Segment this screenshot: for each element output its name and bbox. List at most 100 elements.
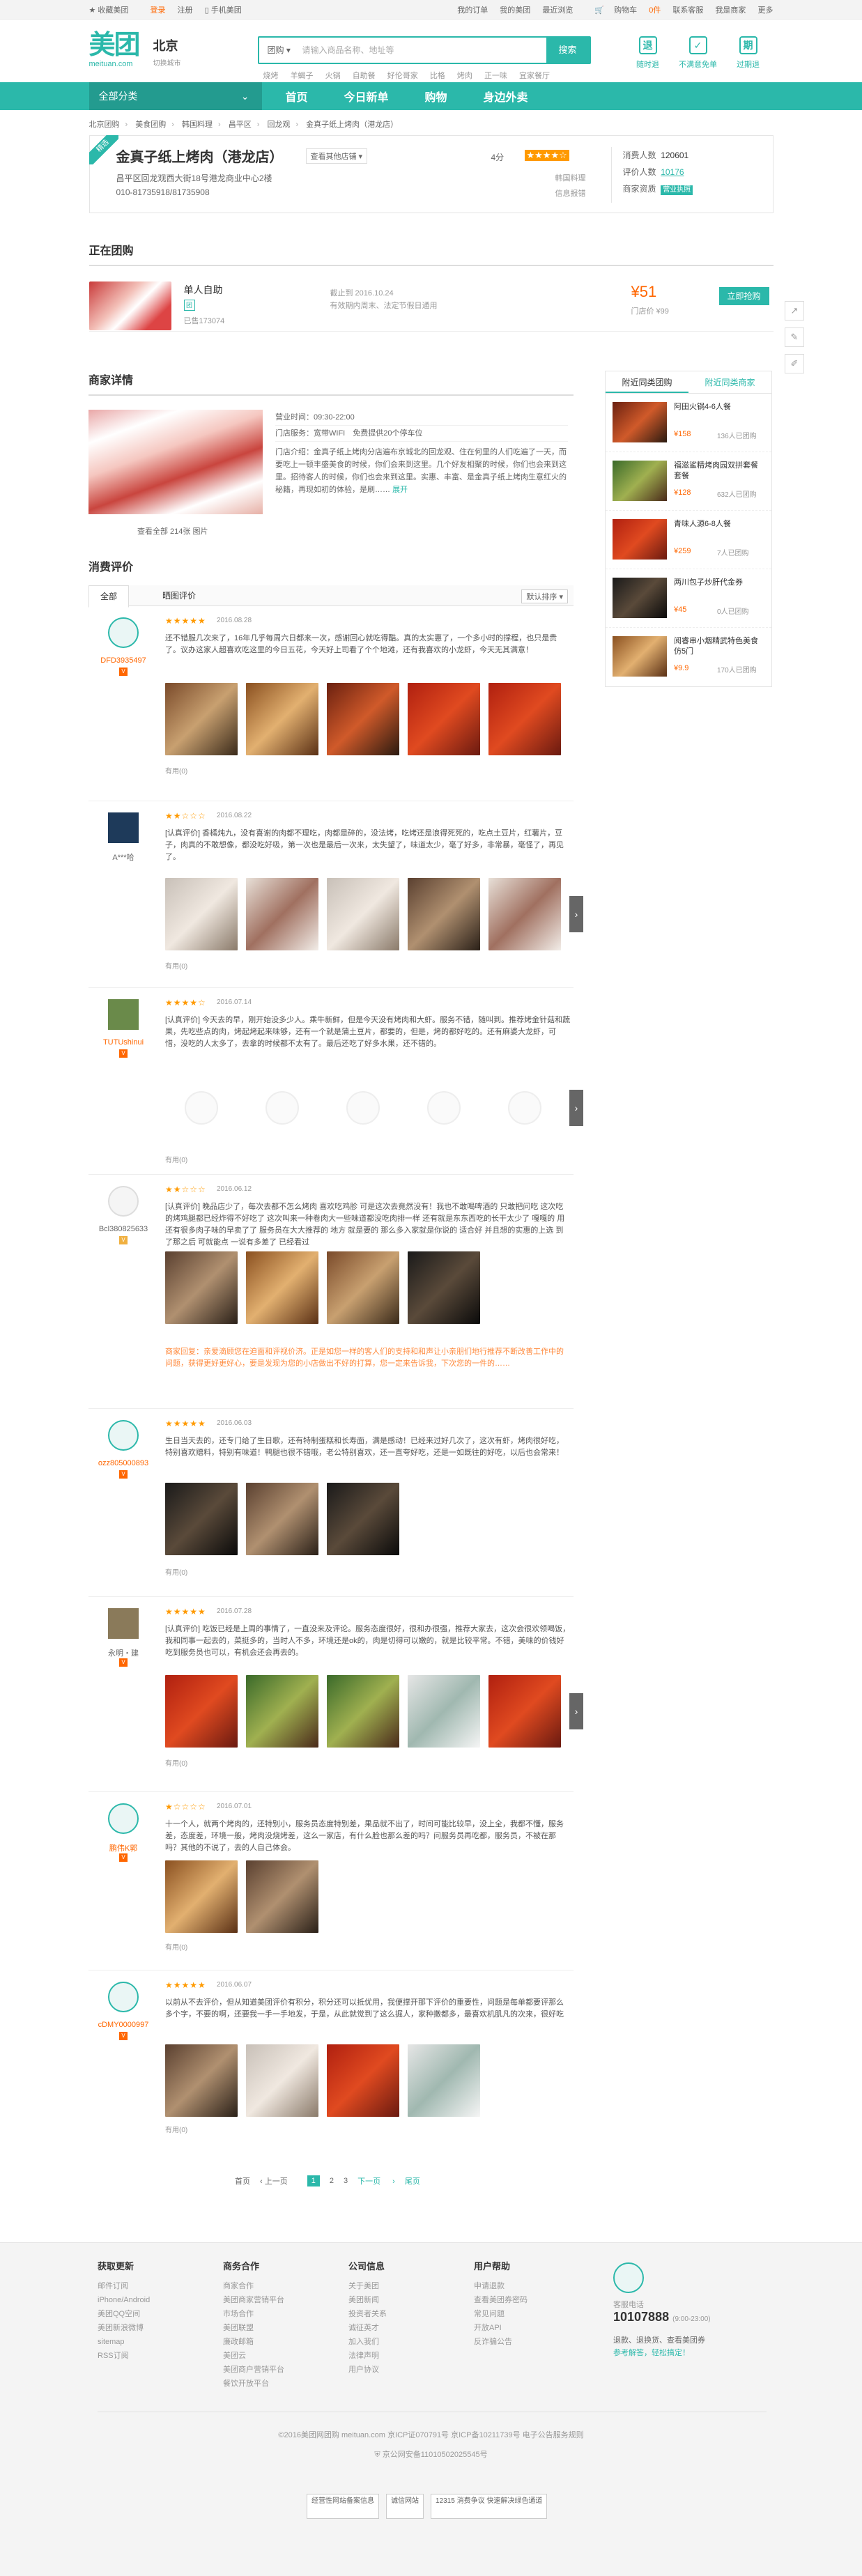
page-first[interactable]: 首页 bbox=[235, 2175, 250, 2186]
review-photo[interactable] bbox=[165, 683, 238, 755]
footer-link[interactable]: 餐饮开放平台 bbox=[223, 2377, 348, 2391]
review-photo[interactable] bbox=[327, 2044, 399, 2117]
review-photo[interactable] bbox=[165, 1860, 238, 1933]
badge-12315[interactable]: 12315 消费争议 快速解决绿色通道 bbox=[431, 2494, 548, 2519]
nearby-deal[interactable]: 两川包子炒肝代金券 ¥45 0人已团购 bbox=[606, 569, 771, 628]
footer-link[interactable]: 投资者关系 bbox=[348, 2307, 474, 2321]
review-photo[interactable] bbox=[246, 878, 318, 950]
avatar[interactable] bbox=[108, 812, 139, 843]
my-orders-link[interactable]: 我的订单 bbox=[457, 6, 488, 15]
reviewer-name[interactable]: Bcl380825633 bbox=[88, 1225, 158, 1233]
my-meituan-link[interactable]: 我的美团 bbox=[500, 6, 530, 15]
review-photo[interactable] bbox=[327, 878, 399, 950]
review-photo[interactable] bbox=[327, 1483, 399, 1555]
hot-word[interactable]: 烤肉 bbox=[457, 72, 472, 80]
crumb-item[interactable]: 北京团购 bbox=[89, 121, 120, 129]
hot-word[interactable]: 好伦哥家 bbox=[387, 72, 418, 80]
search-button[interactable]: 搜索 bbox=[546, 38, 590, 63]
merchant-link[interactable]: 我是商家 bbox=[715, 6, 746, 15]
review-photo[interactable] bbox=[165, 878, 238, 950]
footer-link[interactable]: 用户协议 bbox=[348, 2363, 474, 2377]
review-photo[interactable] bbox=[408, 878, 480, 950]
police-record[interactable]: ⛨ 京公网安备11010502025545号 bbox=[0, 2445, 862, 2465]
helpful-link[interactable]: 有用(0) bbox=[165, 1941, 187, 1952]
hot-word[interactable]: 火锅 bbox=[325, 72, 341, 80]
register-link[interactable]: 注册 bbox=[178, 6, 193, 15]
review-photo[interactable] bbox=[165, 1251, 238, 1324]
helpful-link[interactable]: 有用(0) bbox=[165, 2124, 187, 2134]
review-count-link[interactable]: 10176 bbox=[661, 167, 684, 177]
reviewer-name[interactable]: A***哈 bbox=[88, 851, 158, 863]
reviewer-name[interactable]: DFD3935497 bbox=[88, 656, 158, 665]
footer-link[interactable]: 诚征英才 bbox=[348, 2321, 474, 2335]
photo-caption[interactable]: 查看全部 214张 图片 bbox=[137, 525, 208, 537]
footer-link[interactable]: 加入我们 bbox=[348, 2335, 474, 2349]
help-link[interactable]: 参考解答，轻松搞定！ bbox=[613, 2349, 690, 2357]
footer-link[interactable]: 廉政邮箱 bbox=[223, 2335, 348, 2349]
crumb-item[interactable]: 回龙观 bbox=[267, 121, 290, 129]
footer-link[interactable]: 关于美团 bbox=[348, 2279, 474, 2293]
share-icon[interactable]: ↗ bbox=[785, 301, 804, 321]
crumb-item[interactable]: 昌平区 bbox=[229, 121, 252, 129]
footer-link[interactable]: 常见问题 bbox=[474, 2307, 599, 2321]
page-last[interactable]: 尾页 bbox=[405, 2175, 420, 2186]
sort-select[interactable]: 默认排序 ▾ bbox=[521, 589, 568, 603]
service-link[interactable]: 联系客服 bbox=[672, 6, 703, 15]
deal-image[interactable] bbox=[88, 281, 171, 330]
footer-link[interactable]: 美团云 bbox=[223, 2349, 348, 2363]
page-number[interactable]: 1 bbox=[307, 2175, 320, 2186]
review-photo[interactable] bbox=[408, 1675, 480, 1748]
chevron-right-icon[interactable]: › bbox=[569, 1693, 583, 1729]
hot-word[interactable]: 自助餐 bbox=[353, 72, 376, 80]
footer-link[interactable]: 美团商家营销平台 bbox=[223, 2293, 348, 2307]
footer-link[interactable]: 美团QQ空间 bbox=[98, 2307, 223, 2321]
deal-title[interactable]: 单人自助 bbox=[184, 283, 223, 297]
shop-photo[interactable] bbox=[88, 410, 263, 514]
shop-category[interactable]: 韩国料理 bbox=[555, 171, 586, 186]
reviewer-name[interactable]: ozz805000893 bbox=[88, 1459, 158, 1467]
page-next[interactable]: 下一页 › bbox=[357, 2175, 395, 2186]
review-photo[interactable] bbox=[246, 1483, 318, 1555]
nearby-deal[interactable]: 阅睿串小烟精武特色美食仿5门 ¥9.9 170人已团购 bbox=[606, 628, 771, 686]
report-error-link[interactable]: 信息报错 bbox=[555, 186, 586, 201]
pencil-icon[interactable]: ✐ bbox=[785, 354, 804, 373]
recent-link[interactable]: 最近浏览 bbox=[542, 6, 573, 15]
review-photo[interactable] bbox=[165, 1675, 238, 1748]
hot-word[interactable]: 宜家餐厅 bbox=[519, 72, 550, 80]
review-photo[interactable] bbox=[488, 683, 561, 755]
footer-link[interactable]: 美团联盟 bbox=[223, 2321, 348, 2335]
review-photo[interactable] bbox=[246, 2044, 318, 2117]
review-photo[interactable] bbox=[165, 1483, 238, 1555]
deal-thumb[interactable] bbox=[613, 578, 667, 618]
avatar[interactable] bbox=[108, 1420, 139, 1451]
footer-link[interactable]: 查看美团券密码 bbox=[474, 2293, 599, 2307]
tab-all[interactable]: 全部 bbox=[88, 585, 130, 608]
deal-item[interactable]: 单人自助 团 已售173074 截止到 2016.10.24 有效期内周末、法定… bbox=[88, 281, 774, 332]
footer-link[interactable]: RSS订阅 bbox=[98, 2349, 223, 2363]
review-photo[interactable] bbox=[246, 1675, 318, 1748]
footer-link[interactable]: 开放API bbox=[474, 2321, 599, 2335]
footer-link[interactable]: 商家合作 bbox=[223, 2279, 348, 2293]
helpful-link[interactable]: 有用(0) bbox=[165, 765, 187, 776]
review-photo[interactable] bbox=[327, 1675, 399, 1748]
avatar[interactable] bbox=[108, 999, 139, 1030]
reviewer-name[interactable]: 永明・建 bbox=[88, 1647, 158, 1658]
review-photo[interactable] bbox=[327, 1251, 399, 1324]
review-photo[interactable] bbox=[246, 683, 318, 755]
review-photo[interactable] bbox=[408, 683, 480, 755]
avatar[interactable] bbox=[108, 617, 139, 648]
avatar[interactable] bbox=[108, 1982, 139, 2012]
nav-shopping[interactable]: 购物 bbox=[401, 88, 471, 105]
expand-link[interactable]: 展开 bbox=[392, 486, 408, 494]
buy-now-button[interactable]: 立即抢购 bbox=[718, 287, 769, 305]
nav-new[interactable]: 今日新单 bbox=[332, 88, 401, 105]
deal-thumb[interactable] bbox=[613, 461, 667, 501]
badge-trust[interactable]: 诚信网站 bbox=[386, 2494, 424, 2519]
avatar[interactable] bbox=[108, 1803, 139, 1834]
review-photo[interactable] bbox=[488, 1675, 561, 1748]
crumb-item[interactable]: 韩国料理 bbox=[182, 121, 213, 129]
footer-link[interactable]: 市场合作 bbox=[223, 2307, 348, 2321]
nav-home[interactable]: 首页 bbox=[262, 88, 332, 105]
edit-icon[interactable]: ✎ bbox=[785, 327, 804, 347]
page-number[interactable]: 2 bbox=[330, 2177, 334, 2185]
